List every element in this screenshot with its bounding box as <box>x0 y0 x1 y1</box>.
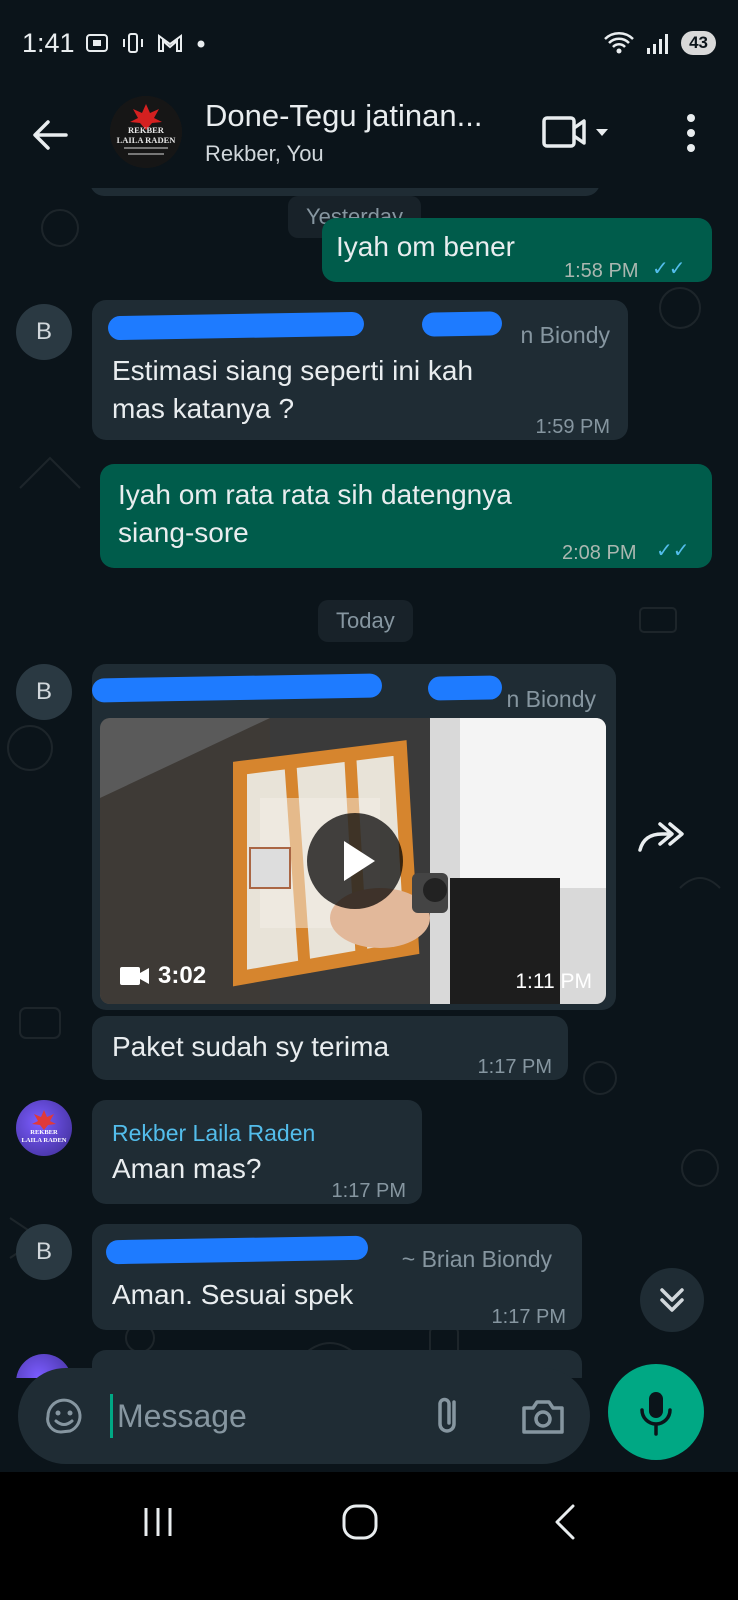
redacted-sender-mark <box>421 311 503 337</box>
system-navigation-bar <box>0 1472 738 1600</box>
message-text-line: mas katanya ? <box>112 393 295 424</box>
group-avatar[interactable]: REKBER LAILA RADEN <box>110 96 182 168</box>
message-time: 1:17 PM <box>331 1180 406 1202</box>
read-receipt-icon: ✓✓ <box>656 540 690 562</box>
message-text-line: siang-sore <box>118 517 249 548</box>
wifi-icon <box>604 32 634 54</box>
message-bubble-incoming[interactable]: Rekber Laila Raden Aman mas? 1:17 PM <box>92 1100 422 1204</box>
play-icon[interactable] <box>307 813 403 909</box>
message-text: Paket sudah sy terima <box>112 1031 390 1062</box>
forward-icon[interactable] <box>632 808 692 868</box>
rekber-logo-image: REKBER LAILA RADEN <box>22 1110 67 1144</box>
redacted-sender-mark <box>107 311 365 341</box>
message-bubble-incoming[interactable]: ~ Brian Biondy Aman. Sesuai spek 1:17 PM <box>92 1224 582 1330</box>
message-sender: Rekber Laila Raden <box>112 1120 316 1146</box>
video-duration: 3:02 <box>120 962 206 990</box>
date-separator-today: Today <box>318 600 413 642</box>
redacted-sender-mark <box>91 673 383 703</box>
vibrate-icon <box>123 33 143 53</box>
message-sender: ~ Brian Biondy <box>401 1246 552 1272</box>
notification-icons <box>84 30 208 56</box>
status-bar: 1:41 43 <box>0 0 738 88</box>
message-bubble-incoming[interactable]: Paket sudah sy terima 1:17 PM <box>92 1016 568 1080</box>
chat-header: REKBER LAILA RADEN Done-Tegu jatinan... … <box>0 88 738 188</box>
back-arrow-icon[interactable] <box>28 113 72 157</box>
message-sender: n Biondy <box>506 686 596 712</box>
video-camera-icon <box>120 967 149 985</box>
home-icon[interactable] <box>338 1500 382 1544</box>
message-time: 1:11 PM <box>515 970 592 993</box>
chat-area[interactable]: Yesterday Iyah om bener 1:58 PM ✓✓ B n B… <box>0 188 738 1378</box>
sender-avatar[interactable]: B <box>16 664 72 720</box>
system-icons: 43 <box>603 30 716 56</box>
chat-title[interactable]: Done-Tegu jatinan... <box>205 98 482 134</box>
camera-icon[interactable] <box>520 1394 566 1438</box>
scroll-to-bottom-button[interactable] <box>640 1268 704 1332</box>
message-bubble-outgoing[interactable]: Iyah om rata rata sih datengnya siang-so… <box>100 464 712 568</box>
microphone-icon <box>640 1392 672 1436</box>
nav-back-icon[interactable] <box>545 1500 585 1544</box>
sender-avatar[interactable]: B <box>16 1224 72 1280</box>
message-composer <box>18 1368 590 1464</box>
video-call-icon[interactable] <box>540 112 620 152</box>
svg-text:LAILA RADEN: LAILA RADEN <box>117 135 177 145</box>
chat-subtitle[interactable]: Rekber, You <box>205 141 324 167</box>
message-time: 1:58 PM <box>564 260 639 282</box>
battery-indicator: 43 <box>681 31 716 55</box>
message-input[interactable] <box>110 1394 410 1438</box>
svg-text:REKBER: REKBER <box>128 125 165 135</box>
partial-bubble <box>90 188 600 196</box>
message-time: 1:59 PM <box>535 416 610 438</box>
message-time: 1:17 PM <box>491 1306 566 1328</box>
signal-icon <box>647 34 669 54</box>
double-chevron-down-icon <box>660 1288 684 1312</box>
video-thumbnail[interactable]: 3:02 1:11 PM <box>100 718 606 1004</box>
rekber-logo-image: REKBER LAILA RADEN <box>110 96 182 168</box>
message-bubble-outgoing[interactable]: Iyah om bener 1:58 PM ✓✓ <box>322 218 712 282</box>
recent-apps-icon[interactable] <box>138 1502 178 1542</box>
svg-text:LAILA RADEN: LAILA RADEN <box>22 1137 67 1144</box>
message-time: 2:08 PM <box>562 542 637 564</box>
message-bubble-incoming[interactable]: n Biondy Estimasi siang seperti ini kah … <box>92 300 628 440</box>
sender-avatar[interactable]: B <box>16 304 72 360</box>
redacted-sender-mark <box>105 1235 369 1265</box>
sticker-emoji-icon[interactable] <box>42 1394 86 1438</box>
message-text: Iyah om bener <box>336 231 515 262</box>
message-text: Aman mas? <box>112 1153 262 1184</box>
redacted-sender-mark <box>427 675 503 701</box>
video-duration-text: 3:02 <box>158 962 207 989</box>
message-time: 1:17 PM <box>477 1056 552 1078</box>
message-text-line: Estimasi siang seperti ini kah <box>112 355 474 386</box>
svg-text:REKBER: REKBER <box>30 1129 58 1136</box>
message-sender: n Biondy <box>520 322 610 348</box>
status-time: 1:41 <box>22 28 75 58</box>
message-text-line: Iyah om rata rata sih datengnya <box>118 479 512 510</box>
gmail-icon <box>158 34 182 52</box>
sender-avatar-rekber[interactable]: REKBER LAILA RADEN <box>16 1100 72 1156</box>
read-receipt-icon: ✓✓ <box>652 258 686 280</box>
more-options-icon[interactable] <box>676 110 706 156</box>
message-text: Aman. Sesuai spek <box>112 1279 354 1310</box>
voice-message-button[interactable] <box>608 1364 704 1460</box>
attachment-clip-icon[interactable] <box>428 1392 468 1440</box>
screenshot-icon <box>86 34 108 52</box>
dot-icon <box>197 40 205 48</box>
